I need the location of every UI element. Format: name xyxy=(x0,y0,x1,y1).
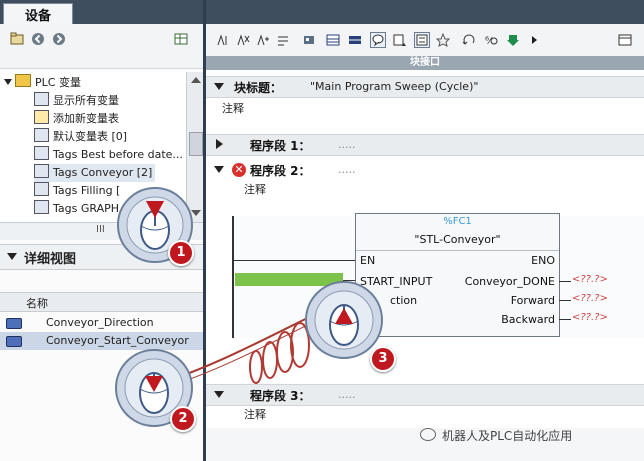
wechat-icon xyxy=(420,428,436,441)
callout-1: 1 xyxy=(116,186,194,266)
callout-number: 1 xyxy=(168,240,194,266)
mouse-release-icon xyxy=(305,281,383,359)
callout-number: 2 xyxy=(170,406,196,432)
watermark: 机器人及PLC自动化应用 xyxy=(420,427,572,444)
callout-number: 3 xyxy=(370,346,396,372)
drag-path-overlay xyxy=(169,299,352,385)
watermark-text: 机器人及PLC自动化应用 xyxy=(442,429,573,443)
callout-2: 2 xyxy=(114,348,196,432)
callout-3: 3 xyxy=(304,280,396,372)
